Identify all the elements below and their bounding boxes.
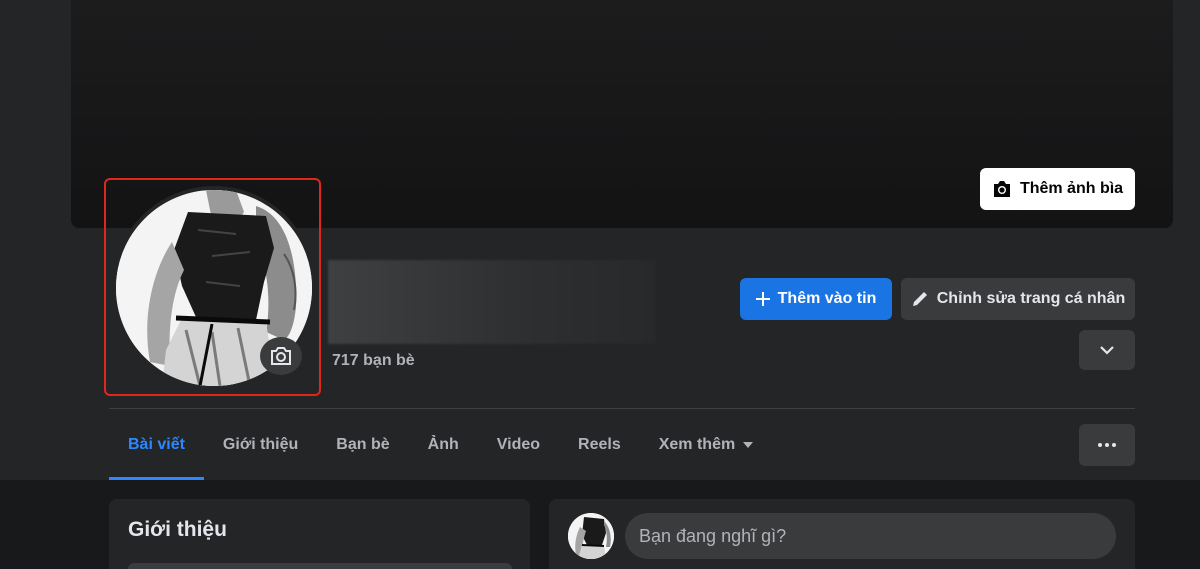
intro-card: Giới thiệu [109,499,530,569]
chevron-down-icon [1100,345,1114,355]
composer-avatar[interactable] [568,513,614,559]
expand-options-button[interactable] [1079,330,1135,370]
post-composer: Bạn đang nghĩ gì? [549,499,1135,569]
composer-input[interactable]: Bạn đang nghĩ gì? [625,513,1116,559]
camera-icon [271,347,291,365]
tab-videos[interactable]: Video [478,410,559,480]
profile-tabs: Bài viết Giới thiệu Bạn bè Ảnh Video Ree… [109,410,772,480]
edit-profile-label: Chỉnh sửa trang cá nhân [936,290,1126,307]
profile-name-redacted [328,260,656,344]
tab-about[interactable]: Giới thiệu [204,410,317,480]
more-horizontal-icon [1098,443,1116,447]
composer-avatar-image [568,513,614,559]
tab-posts[interactable]: Bài viết [109,410,204,480]
more-options-button[interactable] [1079,424,1135,466]
edit-profile-button[interactable]: Chỉnh sửa trang cá nhân [901,278,1135,320]
add-cover-photo-label: Thêm ảnh bìa [1019,180,1124,197]
intro-placeholder-bar[interactable] [128,563,512,569]
tab-reels[interactable]: Reels [559,410,640,480]
tab-photos[interactable]: Ảnh [409,410,478,480]
update-profile-picture-button[interactable] [260,337,302,375]
pencil-icon [912,292,927,306]
add-cover-photo-button[interactable]: Thêm ảnh bìa [980,168,1135,210]
tab-see-more[interactable]: Xem thêm [640,410,772,480]
plus-icon [755,292,770,306]
friends-count[interactable]: 717 bạn bè [332,352,415,370]
header-divider [109,408,1135,409]
intro-title: Giới thiệu [128,518,227,541]
triangle-down-icon [743,442,754,448]
composer-placeholder: Bạn đang nghĩ gì? [639,525,787,546]
camera-icon [993,181,1010,197]
add-to-story-button[interactable]: Thêm vào tin [740,278,892,320]
tab-friends[interactable]: Bạn bè [317,410,408,480]
add-to-story-label: Thêm vào tin [777,290,877,307]
